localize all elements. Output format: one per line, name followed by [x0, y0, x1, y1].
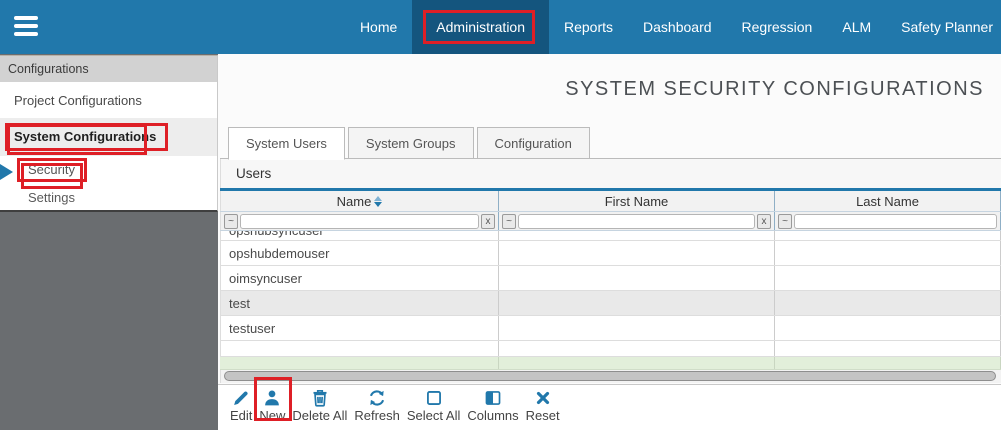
nav-item-reports[interactable]: Reports: [549, 0, 628, 54]
filter-operator-button[interactable]: ~: [502, 214, 516, 229]
cell-last-name: [775, 341, 1001, 356]
reset-button-label: Reset: [526, 408, 560, 423]
cell-name: opshubsyncuser: [229, 231, 324, 238]
filter-operator-button[interactable]: ~: [778, 214, 792, 229]
table-row-selected[interactable]: test: [220, 291, 1001, 316]
cell-name: test: [220, 291, 499, 315]
filter-operator-button[interactable]: ~: [224, 214, 238, 229]
page-title: SYSTEM SECURITY CONFIGURATIONS: [565, 78, 984, 101]
filter-clear-button[interactable]: x: [481, 214, 495, 229]
tab-system-groups[interactable]: System Groups: [348, 127, 474, 159]
scrollbar-thumb[interactable]: [224, 371, 996, 381]
cell-first-name: [499, 266, 775, 290]
square-icon: [425, 389, 443, 407]
cell-last-name: [775, 291, 1001, 315]
column-header-name-label: Name: [337, 194, 372, 209]
nav-item-alm[interactable]: ALM: [827, 0, 886, 54]
filter-cell-name: ~ x: [220, 212, 499, 230]
delete-all-button[interactable]: Delete All: [289, 388, 350, 424]
cell-first-name: [499, 241, 775, 265]
cell-name: oimsyncuser: [220, 266, 499, 290]
refresh-button-label: Refresh: [354, 408, 400, 423]
pencil-icon: [232, 389, 250, 407]
nav-item-regression[interactable]: Regression: [727, 0, 828, 54]
users-panel: Users Name First Name Last Name ~: [220, 158, 1001, 383]
hamburger-menu-icon[interactable]: [14, 16, 38, 37]
new-button[interactable]: New: [256, 388, 288, 424]
trash-icon: [311, 389, 329, 407]
sidebar-item-project-configurations[interactable]: Project Configurations: [0, 82, 217, 118]
cell-last-name: [775, 316, 1001, 340]
tab-bar: System Users System Groups Configuration: [228, 127, 593, 159]
sidebar-item-system-configurations[interactable]: System Configurations: [0, 118, 217, 156]
refresh-button[interactable]: Refresh: [351, 388, 403, 424]
users-panel-title: Users: [220, 159, 1001, 188]
select-all-button[interactable]: Select All: [404, 388, 463, 424]
edit-button[interactable]: Edit: [227, 388, 255, 424]
configurations-menu-header: Configurations: [0, 56, 217, 82]
cell-name: [220, 341, 499, 356]
nav-item-home[interactable]: Home: [345, 0, 412, 54]
table-filter-row: ~ x ~ x ~: [220, 212, 1001, 231]
columns-button-label: Columns: [467, 408, 518, 423]
column-header-first-name[interactable]: First Name: [499, 191, 775, 211]
cell-name: testuser: [220, 316, 499, 340]
filter-clear-button[interactable]: x: [757, 214, 771, 229]
app-window: Home Administration Reports Dashboard Re…: [0, 0, 1001, 430]
columns-button[interactable]: Columns: [464, 388, 521, 424]
users-table: Name First Name Last Name ~ x ~: [220, 191, 1001, 383]
sidebar-item-security[interactable]: Security: [0, 156, 217, 184]
horizontal-scrollbar[interactable]: [220, 370, 1001, 383]
filter-input-first-name[interactable]: [518, 214, 755, 229]
table-row[interactable]: testuser: [220, 316, 1001, 341]
refresh-icon: [368, 389, 386, 407]
configurations-menu: Configurations Project Configurations Sy…: [0, 55, 218, 212]
columns-icon: [484, 389, 502, 407]
sidebar-item-settings[interactable]: Settings: [0, 184, 217, 210]
tab-configuration[interactable]: Configuration: [477, 127, 590, 159]
top-navbar: Home Administration Reports Dashboard Re…: [0, 0, 1001, 54]
edit-button-label: Edit: [230, 408, 252, 423]
nav-item-dashboard[interactable]: Dashboard: [628, 0, 727, 54]
table-row[interactable]: [220, 341, 1001, 357]
sort-icon: [374, 196, 382, 207]
table-row[interactable]: opshubsyncuser: [220, 231, 1001, 241]
cell-name: opshubdemouser: [220, 241, 499, 265]
main-content: SYSTEM SECURITY CONFIGURATIONS System Us…: [218, 54, 1001, 430]
filter-cell-last-name: ~: [775, 212, 1001, 230]
tab-system-users[interactable]: System Users: [228, 127, 345, 160]
table-row[interactable]: oimsyncuser: [220, 266, 1001, 291]
nav-item-administration[interactable]: Administration: [412, 0, 549, 54]
x-icon: [534, 389, 552, 407]
column-header-last-name[interactable]: Last Name: [775, 191, 1001, 211]
cell-last-name: [775, 241, 1001, 265]
nav-list: Home Administration Reports Dashboard Re…: [345, 0, 1001, 54]
cell-first-name: [499, 316, 775, 340]
filter-input-name[interactable]: [240, 214, 479, 229]
filter-input-last-name[interactable]: [794, 214, 997, 229]
user-icon: [263, 389, 281, 407]
new-row-strip: [220, 357, 1001, 370]
filter-cell-first-name: ~ x: [499, 212, 775, 230]
sidebar-item-security-label: Security: [17, 158, 87, 182]
column-header-name[interactable]: Name: [220, 191, 499, 211]
cell-last-name: [775, 266, 1001, 290]
select-all-button-label: Select All: [407, 408, 460, 423]
table-header-row: Name First Name Last Name: [220, 191, 1001, 212]
table-row[interactable]: opshubdemouser: [220, 241, 1001, 266]
footer-toolbar: Edit New Delete All Refresh: [218, 384, 1001, 430]
sidebar-item-system-configurations-label: System Configurations: [5, 123, 168, 151]
nav-item-safety-planner[interactable]: Safety Planner: [886, 0, 1001, 54]
new-button-label: New: [259, 408, 285, 423]
selected-item-arrow-icon: [0, 164, 13, 180]
reset-button[interactable]: Reset: [523, 388, 563, 424]
cell-first-name: [499, 341, 775, 356]
cell-first-name: [499, 291, 775, 315]
delete-all-button-label: Delete All: [292, 408, 347, 423]
toolbar-buttons: Edit New Delete All Refresh: [227, 388, 564, 424]
